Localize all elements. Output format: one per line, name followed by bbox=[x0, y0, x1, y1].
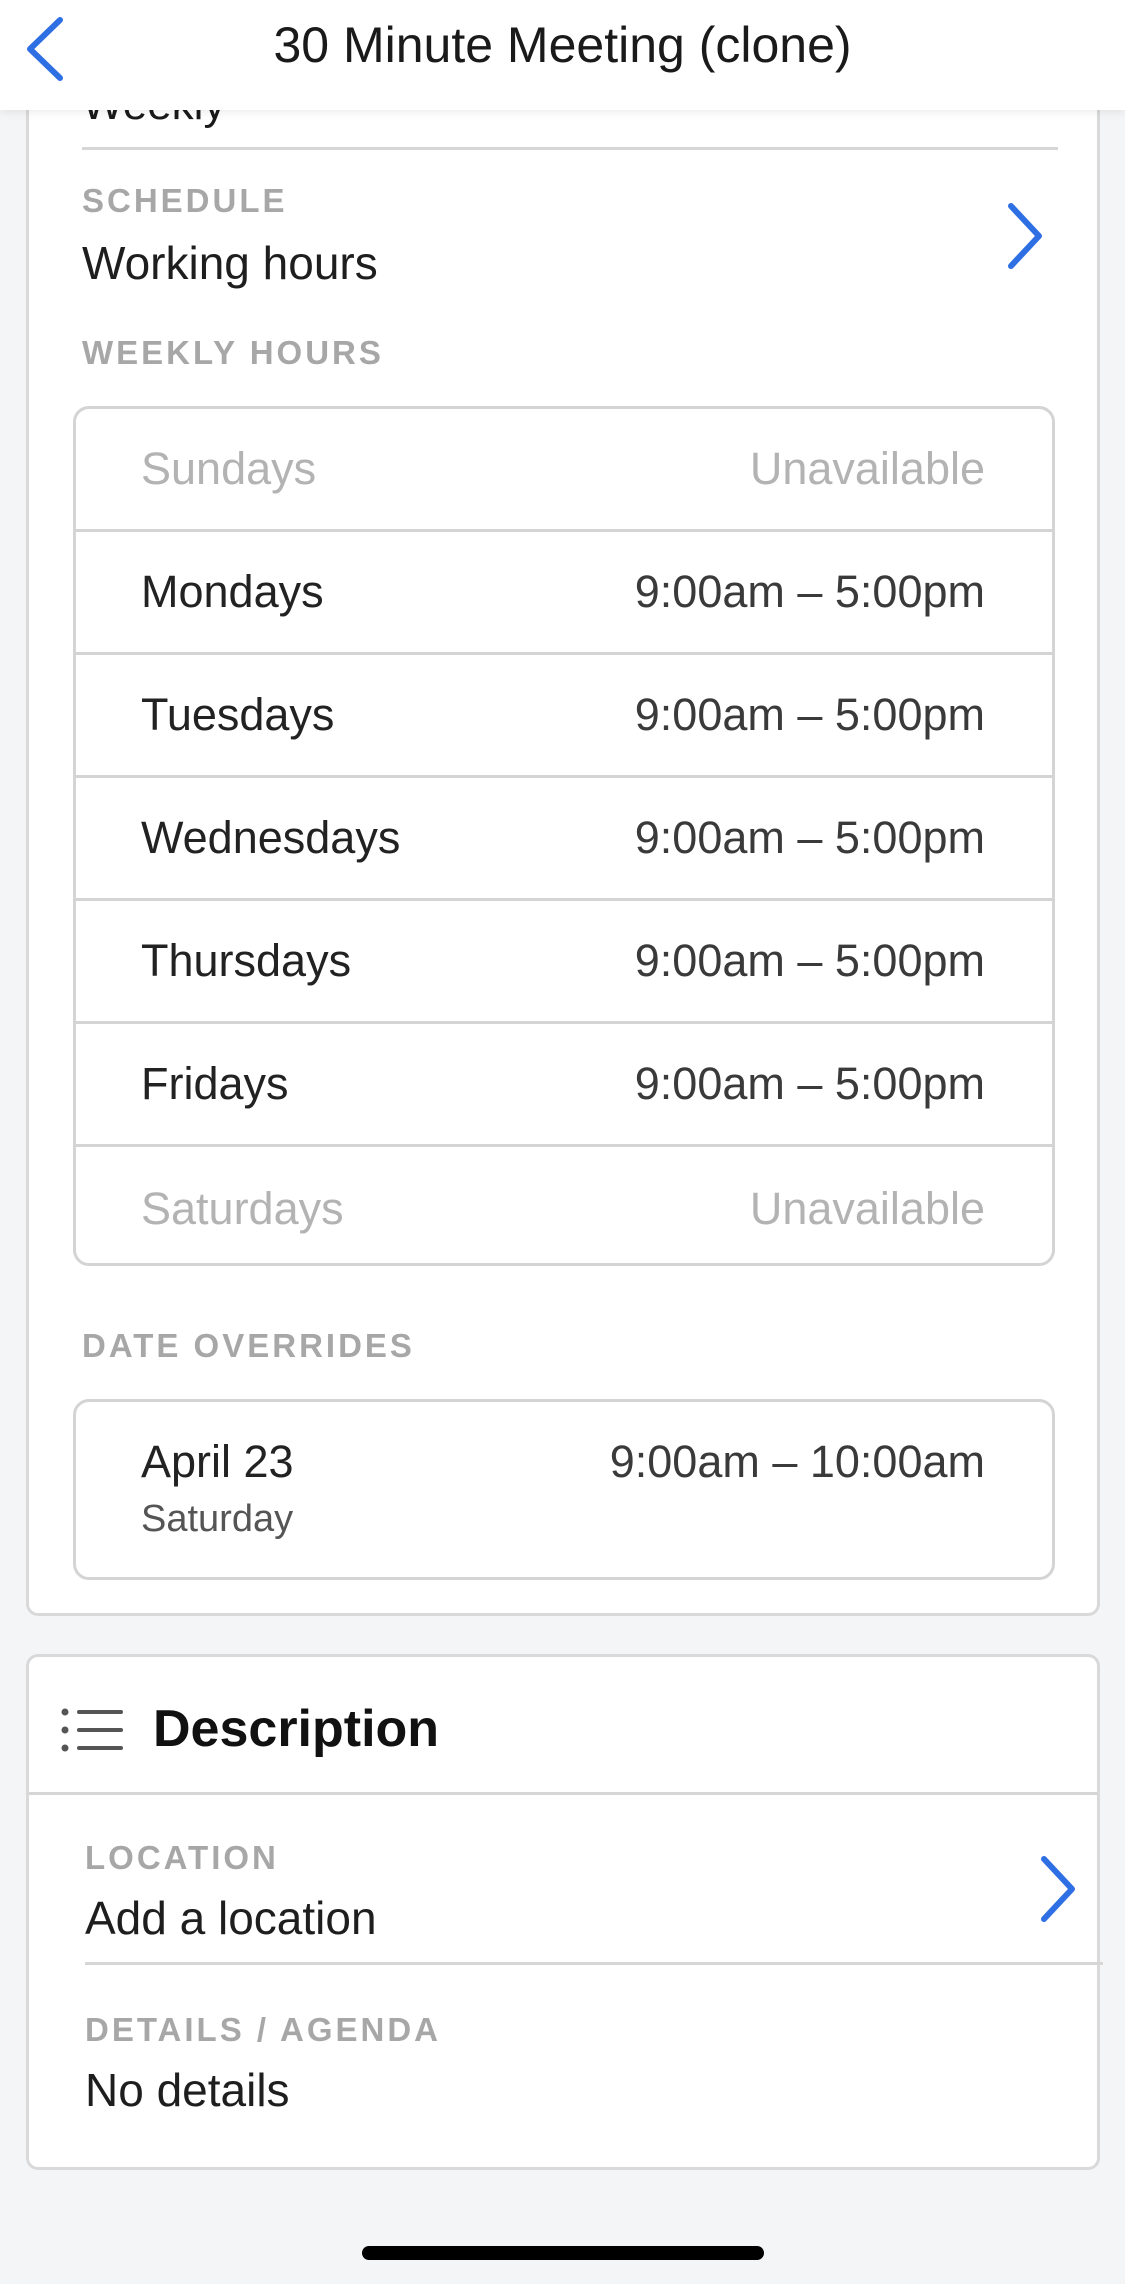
hours-value: 9:00am – 5:00pm bbox=[634, 812, 985, 863]
date-override-item[interactable]: April 23 Saturday 9:00am – 10:00am bbox=[73, 1399, 1055, 1580]
hours-row-monday[interactable]: Mondays 9:00am – 5:00pm bbox=[76, 532, 1052, 655]
details-value[interactable]: No details bbox=[85, 2063, 290, 2117]
hours-value: Unavailable bbox=[749, 1182, 985, 1234]
chevron-right-icon[interactable] bbox=[1038, 1853, 1078, 1925]
override-weekday: Saturday bbox=[141, 1498, 294, 1540]
hours-value: 9:00am – 5:00pm bbox=[634, 1058, 985, 1109]
weekly-hours-label: WEEKLY HOURS bbox=[82, 334, 384, 371]
home-indicator bbox=[362, 2246, 764, 2260]
description-title: Description bbox=[153, 1700, 440, 1758]
description-card: Description LOCATION Add a location DETA… bbox=[26, 1654, 1103, 2170]
location-row[interactable]: LOCATION Add a location bbox=[85, 1795, 1103, 1965]
day-label: Sundays bbox=[141, 443, 317, 494]
day-label: Saturdays bbox=[141, 1182, 344, 1234]
navigation-bar: 30 Minute Meeting (clone) bbox=[0, 0, 1125, 110]
hours-value: 9:00am – 5:00pm bbox=[634, 689, 985, 740]
hours-value: 9:00am – 5:00pm bbox=[634, 935, 985, 986]
hours-row-tuesday[interactable]: Tuesdays 9:00am – 5:00pm bbox=[76, 655, 1052, 778]
override-time: 9:00am – 10:00am bbox=[609, 1436, 985, 1487]
hours-value: 9:00am – 5:00pm bbox=[634, 566, 985, 617]
hours-row-friday[interactable]: Fridays 9:00am – 5:00pm bbox=[76, 1024, 1052, 1147]
day-label: Fridays bbox=[141, 1058, 289, 1109]
day-label: Wednesdays bbox=[141, 812, 401, 863]
schedule-label: SCHEDULE bbox=[82, 182, 288, 219]
hours-value: Unavailable bbox=[749, 443, 985, 494]
location-label: LOCATION bbox=[85, 1839, 279, 1876]
hours-row-saturday[interactable]: Saturdays Unavailable bbox=[76, 1147, 1052, 1263]
page-title: 30 Minute Meeting (clone) bbox=[273, 17, 852, 73]
hours-row-thursday[interactable]: Thursdays 9:00am – 5:00pm bbox=[76, 901, 1052, 1024]
chevron-right-icon[interactable] bbox=[1005, 200, 1045, 272]
description-header[interactable]: Description bbox=[29, 1657, 1097, 1795]
list-icon bbox=[61, 1708, 123, 1752]
date-overrides-label: DATE OVERRIDES bbox=[82, 1327, 415, 1364]
hours-row-sunday[interactable]: Sundays Unavailable bbox=[76, 409, 1052, 532]
details-label: DETAILS / AGENDA bbox=[85, 2011, 442, 2048]
location-value: Add a location bbox=[85, 1892, 377, 1944]
schedule-value: Working hours bbox=[82, 237, 378, 289]
weekly-hours-table: Sundays Unavailable Mondays 9:00am – 5:0… bbox=[73, 406, 1055, 1266]
hours-row-wednesday[interactable]: Wednesdays 9:00am – 5:00pm bbox=[76, 778, 1052, 901]
override-date: April 23 bbox=[141, 1436, 294, 1487]
day-label: Tuesdays bbox=[141, 689, 335, 740]
day-label: Mondays bbox=[141, 566, 324, 617]
day-label: Thursdays bbox=[141, 935, 352, 986]
